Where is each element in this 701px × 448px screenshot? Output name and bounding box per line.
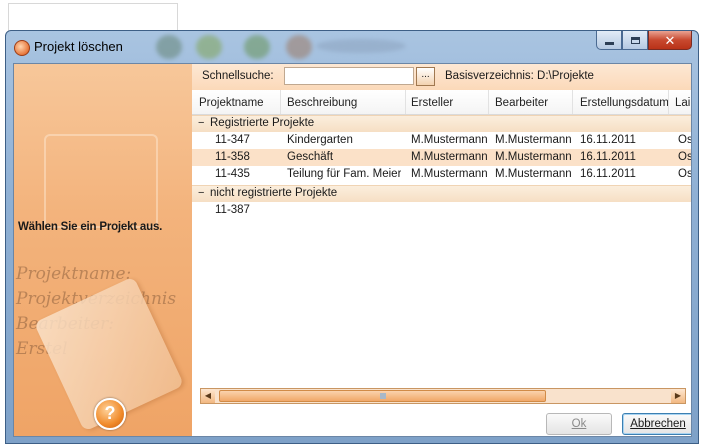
decorative-handwriting: Projektname: xyxy=(16,264,132,284)
cell-ersteller: M.Mustermann xyxy=(411,134,488,146)
column-header-projektname[interactable]: Projektname xyxy=(199,97,264,109)
ok-button[interactable]: Ok xyxy=(546,413,612,435)
column-header-land[interactable]: Lai xyxy=(675,97,690,109)
browse-button[interactable]: ... xyxy=(416,67,435,86)
column-header-erstellungsdatum[interactable]: Erstellungsdatum xyxy=(580,97,669,109)
cell-beschreibung: Geschäft xyxy=(287,151,334,163)
cell-bearbeiter: M.Mustermann xyxy=(495,151,572,163)
dialog-client-area: Projektname: Projektverzeichnis Bearbeit… xyxy=(13,63,692,437)
cell-ersteller: M.Mustermann xyxy=(411,168,488,180)
collapse-toggle[interactable]: − xyxy=(198,117,204,129)
search-input[interactable] xyxy=(284,67,414,85)
horizontal-scrollbar[interactable]: ◀ ▶ xyxy=(200,388,686,404)
sidebar-panel: Projektname: Projektverzeichnis Bearbeit… xyxy=(14,64,192,436)
decorative-frame xyxy=(44,134,158,228)
help-button[interactable]: ? xyxy=(94,398,126,430)
scrollbar-thumb[interactable] xyxy=(219,390,546,402)
table-row[interactable]: 11-435 Teilung für Fam. Meier M.Musterma… xyxy=(192,166,691,183)
cell-erstellungsdatum: 16.11.2011 xyxy=(580,168,636,180)
cell-bearbeiter: M.Mustermann xyxy=(495,134,572,146)
base-directory-label: Basisverzeichnis: D:\Projekte xyxy=(445,70,594,82)
title-bar[interactable]: Projekt löschen ✕ xyxy=(6,31,698,63)
column-header-beschreibung[interactable]: Beschreibung xyxy=(287,97,357,109)
window-title: Projekt löschen xyxy=(34,39,123,54)
group-label: nicht registrierte Projekte xyxy=(210,187,338,199)
background-input-box xyxy=(8,3,178,32)
help-icon: ? xyxy=(104,403,116,423)
close-icon: ✕ xyxy=(664,32,676,48)
cell-projektname: 11-347 xyxy=(215,134,250,146)
table-row[interactable]: 11-387 xyxy=(192,202,691,219)
maximize-button[interactable] xyxy=(622,31,648,50)
cell-land: Ös xyxy=(678,134,692,146)
column-header-ersteller[interactable]: Ersteller xyxy=(411,97,453,109)
table-row[interactable]: 11-347 Kindergarten M.Mustermann M.Muste… xyxy=(192,132,691,149)
minimize-button[interactable] xyxy=(596,31,622,50)
orange-circle-icon xyxy=(14,40,30,56)
cell-beschreibung: Teilung für Fam. Meier xyxy=(287,168,402,180)
collapse-toggle[interactable]: − xyxy=(198,187,204,199)
maximize-icon xyxy=(630,36,640,44)
cell-bearbeiter: M.Mustermann xyxy=(495,168,572,180)
cell-projektname: 11-387 xyxy=(215,204,250,216)
cell-land: Ös xyxy=(678,168,692,180)
scroll-left-arrow-icon[interactable]: ◀ xyxy=(201,389,215,403)
cancel-button[interactable]: Abbrechen xyxy=(622,413,691,435)
search-bar: Schnellsuche: ... Basisverzeichnis: D:\P… xyxy=(192,64,691,90)
minimize-icon xyxy=(604,41,614,45)
sidebar-prompt: Wählen Sie ein Projekt aus. xyxy=(18,221,163,233)
cell-erstellungsdatum: 16.11.2011 xyxy=(580,151,636,163)
group-label: Registrierte Projekte xyxy=(210,117,315,129)
column-header-bearbeiter[interactable]: Bearbeiter xyxy=(495,97,548,109)
search-label: Schnellsuche: xyxy=(202,70,274,82)
column-header-row: Projektname Beschreibung Ersteller Bearb… xyxy=(192,90,691,115)
group-header-registered[interactable]: − Registrierte Projekte xyxy=(192,115,691,132)
table-row[interactable]: 11-358 Geschäft M.Mustermann M.Musterman… xyxy=(192,149,691,166)
cell-projektname: 11-435 xyxy=(215,168,250,180)
main-panel: Schnellsuche: ... Basisverzeichnis: D:\P… xyxy=(192,64,691,436)
cell-ersteller: M.Mustermann xyxy=(411,151,488,163)
dialog-window: Projekt löschen ✕ Projektname: Projektve… xyxy=(5,30,699,444)
close-button[interactable]: ✕ xyxy=(648,31,692,50)
cell-beschreibung: Kindergarten xyxy=(287,134,353,146)
group-header-unregistered[interactable]: − nicht registrierte Projekte xyxy=(192,185,691,202)
scroll-right-arrow-icon[interactable]: ▶ xyxy=(671,389,685,403)
cell-land: Ös xyxy=(678,151,692,163)
cell-erstellungsdatum: 16.11.2011 xyxy=(580,134,636,146)
cell-projektname: 11-358 xyxy=(215,151,250,163)
